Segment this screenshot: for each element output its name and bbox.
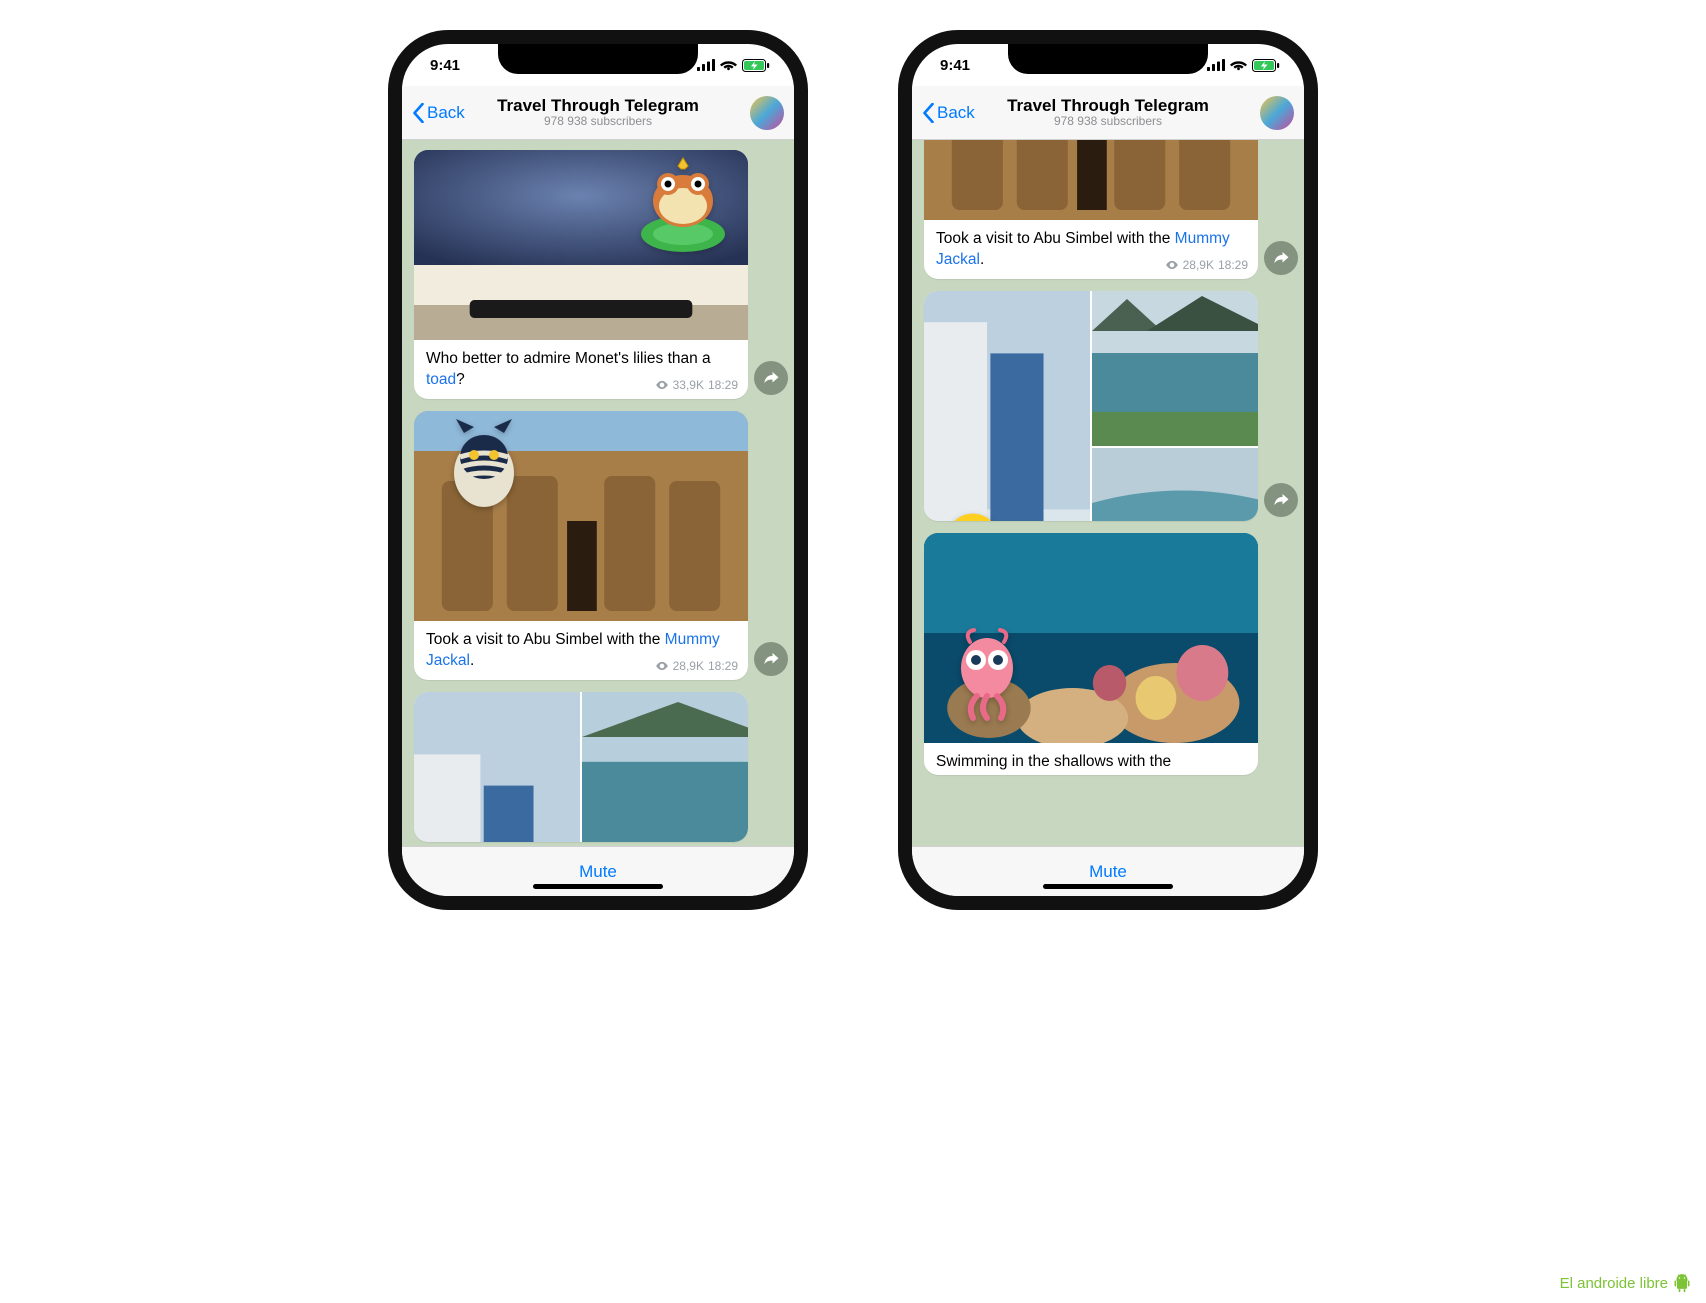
cellular-icon xyxy=(1207,59,1225,71)
phone-left: 9:41 Back Travel Through Telegram 978 93… xyxy=(388,30,808,910)
shrimp-sticker-icon xyxy=(942,628,1032,723)
wifi-icon xyxy=(720,59,737,71)
watermark: El androide libre xyxy=(1560,1273,1692,1293)
mute-button[interactable]: Mute xyxy=(579,862,617,882)
battery-icon xyxy=(742,59,770,72)
photo-grid[interactable] xyxy=(924,291,1258,521)
channel-avatar[interactable] xyxy=(1260,96,1294,130)
duck-sticker-icon xyxy=(930,507,1025,521)
share-button[interactable] xyxy=(1264,483,1298,517)
mute-button[interactable]: Mute xyxy=(1089,862,1127,882)
share-arrow-icon xyxy=(1272,491,1290,509)
message-photo[interactable] xyxy=(924,533,1258,743)
toad-sticker-icon xyxy=(628,156,738,256)
message-meta: 28,9K 18:29 xyxy=(1165,257,1248,273)
message: Took a visit to Abu Simbel with the Mumm… xyxy=(924,140,1258,279)
share-arrow-icon xyxy=(762,369,780,387)
cellular-icon xyxy=(697,59,715,71)
back-button[interactable]: Back xyxy=(922,103,975,123)
chevron-left-icon xyxy=(922,103,935,123)
home-indicator[interactable] xyxy=(1043,884,1173,889)
channel-avatar[interactable] xyxy=(750,96,784,130)
chat-header: Back Travel Through Telegram 978 938 sub… xyxy=(912,86,1304,140)
message-caption: Took a visit to Abu Simbel with the Mumm… xyxy=(414,621,748,680)
share-button[interactable] xyxy=(754,642,788,676)
chat-scroll-area[interactable]: Who better to admire Monet's lilies than… xyxy=(402,140,794,846)
message: Took a visit to Abu Simbel with the Mumm… xyxy=(414,411,748,680)
chat-scroll-area[interactable]: Took a visit to Abu Simbel with the Mumm… xyxy=(912,140,1304,846)
message-caption: Who better to admire Monet's lilies than… xyxy=(414,340,748,399)
message xyxy=(924,291,1258,521)
home-indicator[interactable] xyxy=(533,884,663,889)
message-meta: 28,9K 18:29 xyxy=(655,658,738,674)
status-time: 9:41 xyxy=(430,57,460,74)
eye-icon xyxy=(1165,258,1179,272)
notch xyxy=(1008,44,1208,74)
mummy-jackal-sticker-icon xyxy=(434,415,534,515)
photo-grid[interactable] xyxy=(414,692,748,842)
caption-link[interactable]: toad xyxy=(426,371,456,388)
back-button[interactable]: Back xyxy=(412,103,465,123)
message: Swimming in the shallows with the xyxy=(924,533,1258,775)
message-caption: Took a visit to Abu Simbel with the Mumm… xyxy=(924,220,1258,279)
battery-icon xyxy=(1252,59,1280,72)
back-label: Back xyxy=(937,103,975,123)
message xyxy=(414,692,748,842)
message: Who better to admire Monet's lilies than… xyxy=(414,150,748,399)
message-caption: Swimming in the shallows with the xyxy=(924,743,1258,775)
eye-icon xyxy=(655,659,669,673)
back-label: Back xyxy=(427,103,465,123)
message-meta: 33,9K 18:29 xyxy=(655,377,738,393)
share-arrow-icon xyxy=(1272,249,1290,267)
message-photo[interactable] xyxy=(924,140,1258,220)
share-button[interactable] xyxy=(754,361,788,395)
share-arrow-icon xyxy=(762,650,780,668)
chevron-left-icon xyxy=(412,103,425,123)
wifi-icon xyxy=(1230,59,1247,71)
phone-right: 9:41 Back Travel Through Telegram 978 93… xyxy=(898,30,1318,910)
message-photo[interactable] xyxy=(414,411,748,621)
chat-header: Back Travel Through Telegram 978 938 sub… xyxy=(402,86,794,140)
eye-icon xyxy=(655,378,669,392)
notch xyxy=(498,44,698,74)
status-icons xyxy=(697,59,770,72)
status-time: 9:41 xyxy=(940,57,970,74)
android-icon xyxy=(1672,1273,1692,1293)
status-icons xyxy=(1207,59,1280,72)
share-button[interactable] xyxy=(1264,241,1298,275)
message-photo[interactable] xyxy=(414,150,748,340)
